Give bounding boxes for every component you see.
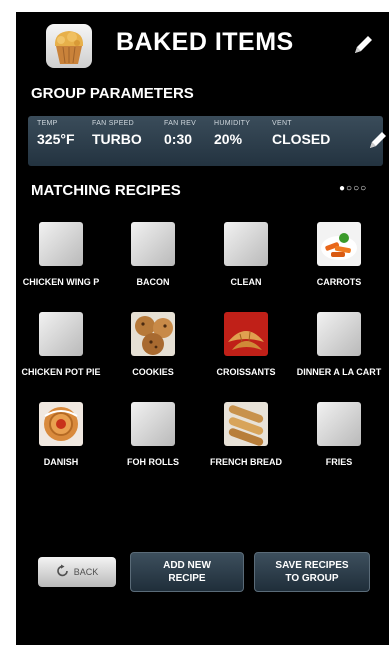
placeholder-image-icon bbox=[39, 222, 83, 266]
param-vent-value: CLOSED bbox=[272, 131, 331, 147]
recipe-chicken-wing[interactable]: CHICKEN WING P bbox=[16, 222, 106, 310]
recipe-french-bread[interactable]: FRENCH BREAD bbox=[201, 402, 291, 490]
param-fan-rev-value: 0:30 bbox=[164, 131, 193, 147]
muffin-icon bbox=[46, 24, 92, 68]
placeholder-image-icon bbox=[317, 402, 361, 446]
recipe-label: CHICKEN WING P bbox=[22, 277, 100, 287]
param-humidity-label: HUMIDITY bbox=[214, 120, 251, 127]
param-fan-speed: FAN SPEED TURBO bbox=[92, 120, 142, 147]
recipe-label: FOH ROLLS bbox=[127, 457, 179, 467]
carrots-photo-icon bbox=[317, 222, 361, 266]
back-arrow-icon bbox=[56, 564, 70, 580]
app-screen: BAKED ITEMS GROUP PARAMETERS TEMP 325°F … bbox=[16, 12, 389, 645]
back-button-label: BACK bbox=[73, 567, 99, 577]
add-new-recipe-label-line2: RECIPE bbox=[168, 573, 206, 584]
param-fan-speed-label: FAN SPEED bbox=[92, 120, 134, 127]
placeholder-image-icon bbox=[317, 312, 361, 356]
recipe-label: CLEAN bbox=[230, 277, 262, 287]
recipe-danish[interactable]: DANISH bbox=[16, 402, 106, 490]
save-recipes-to-group-button[interactable]: SAVE RECIPES TO GROUP bbox=[254, 552, 370, 592]
param-temp-value: 325°F bbox=[37, 131, 75, 147]
page-title: BAKED ITEMS bbox=[116, 28, 294, 56]
edit-parameters-pencil-icon[interactable] bbox=[366, 128, 389, 152]
param-humidity: HUMIDITY 20% bbox=[214, 120, 250, 147]
recipe-foh-rolls[interactable]: FOH ROLLS bbox=[108, 402, 198, 490]
recipe-carrots[interactable]: CARROTS bbox=[294, 222, 384, 310]
edit-group-pencil-icon[interactable] bbox=[350, 32, 376, 58]
recipe-label: DINNER A LA CART bbox=[296, 367, 382, 377]
save-recipes-label-line2: TO GROUP bbox=[285, 573, 339, 584]
group-parameters-panel[interactable]: TEMP 325°F FAN SPEED TURBO FAN REV 0:30 … bbox=[28, 116, 386, 166]
recipe-cookies[interactable]: COOKIES bbox=[108, 312, 198, 400]
recipe-fries[interactable]: FRIES bbox=[294, 402, 384, 490]
danish-photo-icon bbox=[39, 402, 83, 446]
header: BAKED ITEMS bbox=[16, 12, 389, 74]
group-parameters-heading: GROUP PARAMETERS bbox=[31, 85, 194, 102]
cookies-photo-icon bbox=[131, 312, 175, 356]
recipe-label: CROISSANTS bbox=[216, 367, 276, 377]
param-fan-rev-label: FAN REV bbox=[164, 120, 197, 127]
param-vent-label: VENT bbox=[272, 120, 292, 127]
param-fan-rev: FAN REV 0:30 bbox=[164, 120, 196, 147]
placeholder-image-icon bbox=[39, 312, 83, 356]
recipe-dinner-a-la-cart[interactable]: DINNER A LA CART bbox=[294, 312, 384, 400]
matching-recipes-heading: MATCHING RECIPES bbox=[31, 182, 181, 199]
placeholder-image-icon bbox=[131, 222, 175, 266]
back-button[interactable]: BACK bbox=[38, 557, 116, 587]
recipe-label: CHICKEN POT PIE bbox=[21, 367, 101, 377]
placeholder-image-icon bbox=[224, 222, 268, 266]
param-vent: VENT CLOSED bbox=[272, 120, 330, 147]
param-temp-label: TEMP bbox=[37, 120, 58, 127]
recipe-label: BACON bbox=[136, 277, 170, 287]
recipe-label: FRIES bbox=[325, 457, 353, 467]
recipe-label: COOKIES bbox=[132, 367, 174, 377]
recipe-clean[interactable]: CLEAN bbox=[201, 222, 291, 310]
recipe-chicken-pot-pie[interactable]: CHICKEN POT PIE bbox=[16, 312, 106, 400]
placeholder-image-icon bbox=[131, 402, 175, 446]
save-recipes-label-line1: SAVE RECIPES bbox=[275, 560, 349, 571]
param-humidity-value: 20% bbox=[214, 131, 243, 147]
add-new-recipe-label-line1: ADD NEW bbox=[163, 560, 211, 571]
recipe-label: CARROTS bbox=[316, 277, 362, 287]
croissants-photo-icon bbox=[224, 312, 268, 356]
recipe-label: FRENCH BREAD bbox=[210, 457, 282, 467]
param-temp: TEMP 325°F bbox=[37, 120, 75, 147]
recipe-bacon[interactable]: BACON bbox=[108, 222, 198, 310]
recipe-croissants[interactable]: CROISSANTS bbox=[201, 312, 291, 400]
param-fan-speed-value: TURBO bbox=[92, 131, 142, 147]
page-indicator: ●○○○ bbox=[339, 183, 368, 194]
french-bread-photo-icon bbox=[224, 402, 268, 446]
add-new-recipe-button[interactable]: ADD NEW RECIPE bbox=[130, 552, 244, 592]
recipe-label: DANISH bbox=[43, 457, 79, 467]
